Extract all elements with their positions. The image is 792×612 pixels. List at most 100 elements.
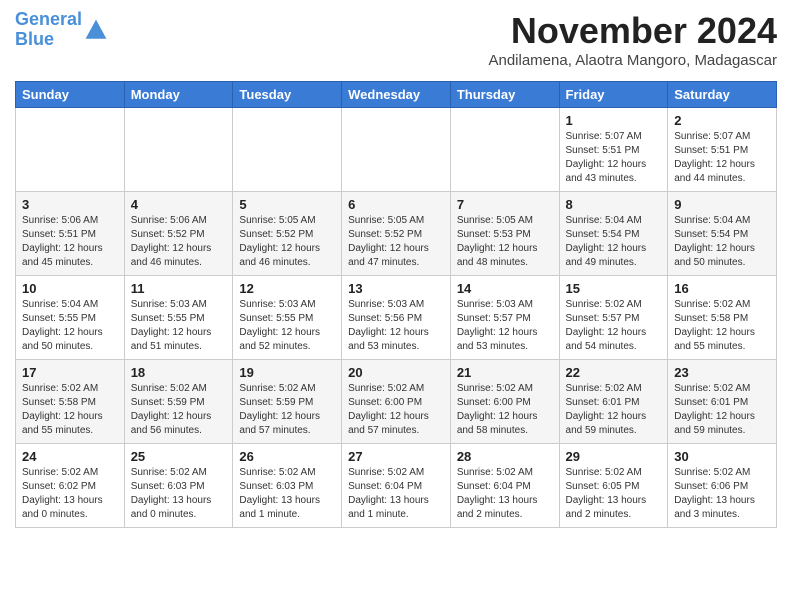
calendar-cell bbox=[342, 108, 451, 192]
weekday-header-thursday: Thursday bbox=[450, 82, 559, 108]
day-number: 26 bbox=[239, 449, 335, 464]
calendar-cell: 28 Sunrise: 5:02 AM Sunset: 6:04 PM Dayli… bbox=[450, 444, 559, 528]
day-number: 3 bbox=[22, 197, 118, 212]
day-number: 16 bbox=[674, 281, 770, 296]
calendar-cell: 17 Sunrise: 5:02 AM Sunset: 5:58 PM Dayli… bbox=[16, 360, 125, 444]
calendar-cell: 20Sunrise: 5:02 AM Sunset: 6:00 PM Dayli… bbox=[342, 360, 451, 444]
day-number: 13 bbox=[348, 281, 444, 296]
day-info: Sunrise: 5:02 AM Sunset: 6:02 PM Dayligh… bbox=[22, 466, 118, 522]
calendar-week-row: 17 Sunrise: 5:02 AM Sunset: 5:58 PM Dayli… bbox=[16, 360, 777, 444]
calendar-cell: 25 Sunrise: 5:02 AM Sunset: 6:03 PM Dayli… bbox=[124, 444, 233, 528]
day-number: 11 bbox=[131, 281, 227, 296]
day-number: 19 bbox=[239, 365, 335, 380]
calendar-week-row: 10 Sunrise: 5:04 AM Sunset: 5:55 PM Dayli… bbox=[16, 276, 777, 360]
weekday-header-tuesday: Tuesday bbox=[233, 82, 342, 108]
calendar-cell: 2 Sunrise: 5:07 AM Sunset: 5:51 PM Daylig… bbox=[668, 108, 777, 192]
calendar-cell: 15Sunrise: 5:02 AM Sunset: 5:57 PM Dayli… bbox=[559, 276, 668, 360]
day-number: 7 bbox=[457, 197, 553, 212]
location-subtitle: Andilamena, Alaotra Mangoro, Madagascar bbox=[488, 52, 777, 69]
day-info: Sunrise: 5:02 AM Sunset: 6:00 PM Dayligh… bbox=[348, 382, 444, 438]
calendar-week-row: 3 Sunrise: 5:06 AM Sunset: 5:51 PM Daylig… bbox=[16, 192, 777, 276]
day-info: Sunrise: 5:02 AM Sunset: 5:58 PM Dayligh… bbox=[22, 382, 118, 438]
calendar-cell: 7 Sunrise: 5:05 AM Sunset: 5:53 PM Daylig… bbox=[450, 192, 559, 276]
logo-text: General Blue bbox=[15, 10, 82, 50]
day-info: Sunrise: 5:07 AM Sunset: 5:51 PM Dayligh… bbox=[674, 130, 770, 186]
day-info: Sunrise: 5:02 AM Sunset: 5:59 PM Dayligh… bbox=[131, 382, 227, 438]
calendar-cell bbox=[124, 108, 233, 192]
day-number: 4 bbox=[131, 197, 227, 212]
day-number: 29 bbox=[566, 449, 662, 464]
day-info: Sunrise: 5:02 AM Sunset: 6:00 PM Dayligh… bbox=[457, 382, 553, 438]
calendar-cell: 24 Sunrise: 5:02 AM Sunset: 6:02 PM Dayli… bbox=[16, 444, 125, 528]
day-info: Sunrise: 5:06 AM Sunset: 5:51 PM Dayligh… bbox=[22, 214, 118, 270]
calendar-cell: 29 Sunrise: 5:02 AM Sunset: 6:05 PM Dayli… bbox=[559, 444, 668, 528]
day-info: Sunrise: 5:02 AM Sunset: 6:04 PM Dayligh… bbox=[457, 466, 553, 522]
calendar-week-row: 1 Sunrise: 5:07 AM Sunset: 5:51 PM Daylig… bbox=[16, 108, 777, 192]
calendar-cell: 19 Sunrise: 5:02 AM Sunset: 5:59 PM Dayli… bbox=[233, 360, 342, 444]
calendar-cell: 14Sunrise: 5:03 AM Sunset: 5:57 PM Dayli… bbox=[450, 276, 559, 360]
day-number: 25 bbox=[131, 449, 227, 464]
weekday-header-row: SundayMondayTuesdayWednesdayThursdayFrid… bbox=[16, 82, 777, 108]
calendar-cell: 16 Sunrise: 5:02 AM Sunset: 5:58 PM Dayli… bbox=[668, 276, 777, 360]
calendar-cell: 11Sunrise: 5:03 AM Sunset: 5:55 PM Dayli… bbox=[124, 276, 233, 360]
day-info: Sunrise: 5:03 AM Sunset: 5:57 PM Dayligh… bbox=[457, 298, 553, 354]
calendar-cell bbox=[16, 108, 125, 192]
calendar-cell: 22Sunrise: 5:02 AM Sunset: 6:01 PM Dayli… bbox=[559, 360, 668, 444]
day-info: Sunrise: 5:02 AM Sunset: 6:05 PM Dayligh… bbox=[566, 466, 662, 522]
calendar-cell: 13 Sunrise: 5:03 AM Sunset: 5:56 PM Dayli… bbox=[342, 276, 451, 360]
day-number: 6 bbox=[348, 197, 444, 212]
day-info: Sunrise: 5:02 AM Sunset: 5:59 PM Dayligh… bbox=[239, 382, 335, 438]
day-number: 24 bbox=[22, 449, 118, 464]
day-number: 30 bbox=[674, 449, 770, 464]
day-number: 28 bbox=[457, 449, 553, 464]
calendar-cell: 12 Sunrise: 5:03 AM Sunset: 5:55 PM Dayli… bbox=[233, 276, 342, 360]
calendar-cell: 27 Sunrise: 5:02 AM Sunset: 6:04 PM Dayli… bbox=[342, 444, 451, 528]
calendar-cell: 6 Sunrise: 5:05 AM Sunset: 5:52 PM Daylig… bbox=[342, 192, 451, 276]
day-info: Sunrise: 5:04 AM Sunset: 5:54 PM Dayligh… bbox=[566, 214, 662, 270]
calendar-cell: 3 Sunrise: 5:06 AM Sunset: 5:51 PM Daylig… bbox=[16, 192, 125, 276]
day-number: 15 bbox=[566, 281, 662, 296]
day-info: Sunrise: 5:02 AM Sunset: 6:04 PM Dayligh… bbox=[348, 466, 444, 522]
day-info: Sunrise: 5:05 AM Sunset: 5:53 PM Dayligh… bbox=[457, 214, 553, 270]
calendar-cell: 4Sunrise: 5:06 AM Sunset: 5:52 PM Daylig… bbox=[124, 192, 233, 276]
day-number: 2 bbox=[674, 113, 770, 128]
day-number: 27 bbox=[348, 449, 444, 464]
day-info: Sunrise: 5:03 AM Sunset: 5:56 PM Dayligh… bbox=[348, 298, 444, 354]
day-info: Sunrise: 5:05 AM Sunset: 5:52 PM Dayligh… bbox=[239, 214, 335, 270]
day-info: Sunrise: 5:02 AM Sunset: 5:58 PM Dayligh… bbox=[674, 298, 770, 354]
calendar-cell: 30 Sunrise: 5:02 AM Sunset: 6:06 PM Dayli… bbox=[668, 444, 777, 528]
weekday-header-friday: Friday bbox=[559, 82, 668, 108]
day-info: Sunrise: 5:05 AM Sunset: 5:52 PM Dayligh… bbox=[348, 214, 444, 270]
day-info: Sunrise: 5:02 AM Sunset: 6:03 PM Dayligh… bbox=[131, 466, 227, 522]
logo-general: General bbox=[15, 9, 82, 29]
day-number: 18 bbox=[131, 365, 227, 380]
day-number: 17 bbox=[22, 365, 118, 380]
day-info: Sunrise: 5:03 AM Sunset: 5:55 PM Dayligh… bbox=[239, 298, 335, 354]
day-number: 22 bbox=[566, 365, 662, 380]
month-title: November 2024 bbox=[488, 10, 777, 52]
day-info: Sunrise: 5:04 AM Sunset: 5:54 PM Dayligh… bbox=[674, 214, 770, 270]
day-number: 23 bbox=[674, 365, 770, 380]
day-number: 9 bbox=[674, 197, 770, 212]
day-info: Sunrise: 5:02 AM Sunset: 6:06 PM Dayligh… bbox=[674, 466, 770, 522]
calendar-cell: 5 Sunrise: 5:05 AM Sunset: 5:52 PM Daylig… bbox=[233, 192, 342, 276]
calendar-cell: 18 Sunrise: 5:02 AM Sunset: 5:59 PM Dayli… bbox=[124, 360, 233, 444]
day-info: Sunrise: 5:04 AM Sunset: 5:55 PM Dayligh… bbox=[22, 298, 118, 354]
calendar-cell: 23 Sunrise: 5:02 AM Sunset: 6:01 PM Dayli… bbox=[668, 360, 777, 444]
calendar-cell: 10 Sunrise: 5:04 AM Sunset: 5:55 PM Dayli… bbox=[16, 276, 125, 360]
day-info: Sunrise: 5:02 AM Sunset: 6:03 PM Dayligh… bbox=[239, 466, 335, 522]
title-section: November 2024 Andilamena, Alaotra Mangor… bbox=[488, 10, 777, 75]
calendar-week-row: 24 Sunrise: 5:02 AM Sunset: 6:02 PM Dayli… bbox=[16, 444, 777, 528]
day-number: 5 bbox=[239, 197, 335, 212]
calendar-table: SundayMondayTuesdayWednesdayThursdayFrid… bbox=[15, 81, 777, 528]
day-number: 21 bbox=[457, 365, 553, 380]
logo: General Blue bbox=[15, 10, 108, 50]
logo-icon bbox=[84, 18, 108, 42]
calendar-cell: 21 Sunrise: 5:02 AM Sunset: 6:00 PM Dayli… bbox=[450, 360, 559, 444]
weekday-header-monday: Monday bbox=[124, 82, 233, 108]
day-number: 10 bbox=[22, 281, 118, 296]
day-number: 1 bbox=[566, 113, 662, 128]
day-info: Sunrise: 5:02 AM Sunset: 6:01 PM Dayligh… bbox=[674, 382, 770, 438]
calendar-cell: 9 Sunrise: 5:04 AM Sunset: 5:54 PM Daylig… bbox=[668, 192, 777, 276]
day-number: 12 bbox=[239, 281, 335, 296]
